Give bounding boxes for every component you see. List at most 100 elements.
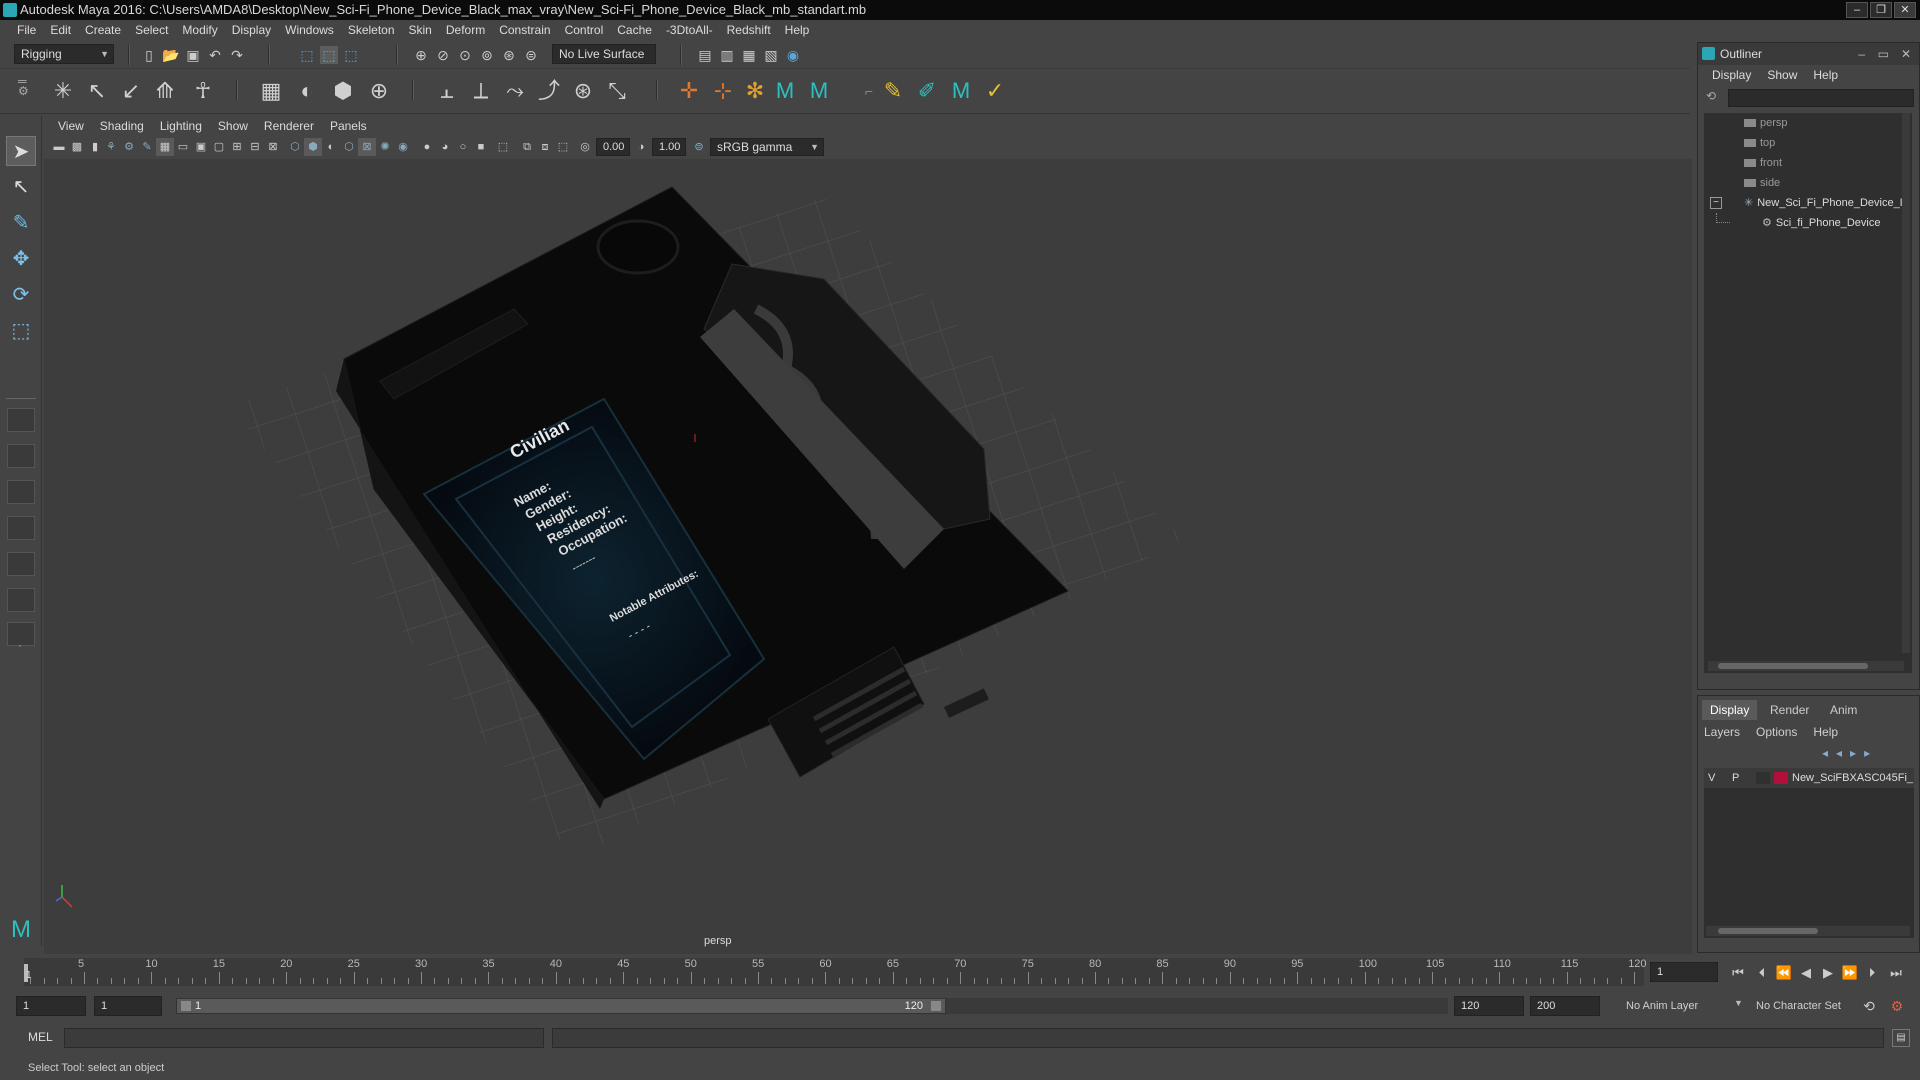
scale-tool-icon[interactable]: ⬚ — [6, 316, 36, 346]
select-object-icon[interactable]: ⬚ — [320, 46, 338, 64]
sculpt-icon[interactable]: ✐ — [912, 76, 942, 106]
add-influence-icon[interactable]: ⊛ — [568, 76, 598, 106]
tab-render[interactable]: Render — [1762, 700, 1817, 720]
menu-windows[interactable]: Windows — [278, 20, 341, 41]
maya-tool-icon[interactable]: M — [946, 76, 976, 106]
graph-layout-icon[interactable] — [7, 552, 35, 576]
menu-redshift[interactable]: Redshift — [720, 20, 778, 41]
render-frame-icon[interactable]: ▤ — [696, 46, 714, 64]
scrollbar-thumb[interactable] — [1718, 663, 1868, 669]
joint-tool-icon[interactable]: ✳ — [48, 76, 78, 106]
menu-create[interactable]: Create — [78, 20, 128, 41]
wrap-icon[interactable]: ⬢ — [328, 76, 358, 106]
menu-control[interactable]: Control — [558, 20, 611, 41]
snap-magnet-icon[interactable]: ⊜ — [522, 46, 540, 64]
colorspace-dropdown[interactable]: sRGB gamma ▼ — [710, 138, 824, 156]
snap-view-plane-icon[interactable]: ⊚ — [478, 46, 496, 64]
orient-constraint-icon[interactable]: ✻ — [740, 76, 770, 106]
antialias-icon[interactable]: ○ — [454, 138, 472, 156]
menu-skin[interactable]: Skin — [402, 20, 439, 41]
check-icon[interactable]: ✓ — [980, 76, 1010, 106]
sci-fi-phone-device-model[interactable] — [336, 186, 1069, 809]
gamma-icon[interactable]: ◑ — [632, 138, 650, 156]
menu-skeleton[interactable]: Skeleton — [341, 20, 402, 41]
outliner-item-top[interactable]: top — [1704, 133, 1912, 153]
animation-preferences-icon[interactable]: ⚙ — [1888, 997, 1906, 1015]
remove-influence-icon[interactable]: ⤡ — [602, 76, 632, 106]
viewport-menu-renderer[interactable]: Renderer — [256, 119, 322, 133]
detach-skin-icon[interactable]: ⤴ — [534, 76, 564, 106]
outliner-layout-icon[interactable] — [7, 516, 35, 540]
viewport-menu-shading[interactable]: Shading — [92, 119, 152, 133]
exposure-icon[interactable]: ◎ — [576, 138, 594, 156]
collapse-icon[interactable]: − — [1710, 197, 1722, 209]
hypershade-layout-icon[interactable] — [7, 588, 35, 612]
select-hierarchy-icon[interactable]: ⬚ — [298, 46, 316, 64]
four-pane-layout-icon[interactable] — [7, 444, 35, 468]
paint-effects-icon[interactable]: ✎ — [878, 76, 908, 106]
cluster-icon[interactable]: ◐ — [292, 76, 322, 106]
field-chart-icon[interactable]: ⊞ — [228, 138, 246, 156]
ik-spline-icon[interactable]: ↙ — [116, 76, 146, 106]
lasso-tool-icon[interactable]: ↖ — [6, 172, 36, 202]
color-management-icon[interactable]: ⊜ — [690, 138, 708, 156]
close-button[interactable]: ✕ — [1894, 2, 1916, 18]
range-start-handle[interactable] — [181, 1001, 191, 1011]
scrollbar-thumb[interactable] — [1718, 928, 1818, 934]
time-slider[interactable]: 1 5 10 15 20 25 30 35 40 45 50 55 60 65 70 75 80 85 90 95 1… — [24, 958, 1647, 986]
viewport-menu-panels[interactable]: Panels — [322, 119, 375, 133]
camera-attributes-icon[interactable]: ▩ — [68, 138, 86, 156]
outliner-item-persp[interactable]: persp — [1704, 113, 1912, 133]
tab-display[interactable]: Display — [1702, 700, 1758, 720]
menu-cache[interactable]: Cache — [610, 20, 659, 41]
outliner-item-group[interactable]: − ✳ New_Sci_Fi_Phone_Device_I — [1704, 193, 1912, 213]
current-frame-field[interactable]: 1 — [1650, 962, 1718, 982]
snap-grid-icon[interactable]: ⊕ — [412, 46, 430, 64]
bind-skin-icon[interactable]: ⫠ — [432, 76, 462, 106]
layer-menu-layers[interactable]: Layers — [1704, 722, 1740, 742]
step-back-frame-icon[interactable]: ⏴ — [1752, 964, 1772, 982]
humanik-icon[interactable]: ☥ — [188, 76, 218, 106]
ik-handle-icon[interactable]: ↖ — [82, 76, 112, 106]
lights-icon[interactable]: ✺ — [376, 138, 394, 156]
more-layouts-icon[interactable]: · — [18, 638, 22, 652]
maya-script-icon[interactable]: M — [770, 76, 800, 106]
undo-icon[interactable]: ↶ — [206, 46, 224, 64]
open-scene-icon[interactable]: 📂 — [162, 46, 180, 64]
exposure-field[interactable]: 0.00 — [596, 138, 630, 156]
maximize-icon[interactable]: ▭ — [1878, 43, 1889, 65]
layer-type-toggle[interactable] — [1756, 772, 1770, 784]
menu-file[interactable]: File — [10, 20, 43, 41]
move-tool-icon[interactable]: ✥ — [6, 244, 36, 274]
outliner-item-front[interactable]: front — [1704, 153, 1912, 173]
layer-color-swatch[interactable] — [1774, 772, 1788, 784]
go-to-end-icon[interactable]: ⏭ — [1886, 964, 1906, 982]
minimize-button[interactable]: – — [1846, 2, 1868, 18]
horizontal-scrollbar[interactable] — [1708, 661, 1904, 671]
animation-end-field[interactable]: 200 — [1530, 996, 1600, 1016]
ipr-render-icon[interactable]: ▥ — [718, 46, 736, 64]
playback-end-field[interactable]: 120 — [1454, 996, 1524, 1016]
smooth-shade-icon[interactable]: ⬢ — [304, 138, 322, 156]
menu-constrain[interactable]: Constrain — [492, 20, 557, 41]
menu-display[interactable]: Display — [225, 20, 278, 41]
ambient-occlusion-icon[interactable]: ● — [418, 138, 436, 156]
3d-viewport[interactable]: Civilian Name: Gender: Height: Residency… — [44, 159, 1692, 954]
xray-components-icon[interactable]: ⬚ — [554, 138, 572, 156]
viewport-menu-view[interactable]: View — [50, 119, 92, 133]
blend-shape-icon[interactable]: ⊕ — [364, 76, 394, 106]
menu-edit[interactable]: Edit — [43, 20, 78, 41]
two-pane-layout-icon[interactable] — [7, 480, 35, 504]
image-plane-icon[interactable]: ⚘ — [102, 138, 120, 156]
hypershade-icon[interactable]: ▧ — [762, 46, 780, 64]
point-constraint-icon[interactable]: ✛ — [674, 76, 704, 106]
play-backwards-icon[interactable]: ◀ — [1796, 964, 1816, 982]
snap-point-icon[interactable]: ⊙ — [456, 46, 474, 64]
paint-weights-icon[interactable]: ⟂ — [466, 76, 496, 106]
outliner-menu-show[interactable]: Show — [1759, 65, 1805, 85]
gate-mask-icon[interactable]: ▢ — [210, 138, 228, 156]
mirror-joint-icon[interactable]: ⟰ — [150, 76, 180, 106]
paint-select-icon[interactable]: ✎ — [6, 208, 36, 238]
isolate-select-icon[interactable]: ⬚ — [494, 138, 512, 156]
layer-row[interactable]: V P New_SciFBXASC045Fi_ — [1704, 768, 1914, 788]
